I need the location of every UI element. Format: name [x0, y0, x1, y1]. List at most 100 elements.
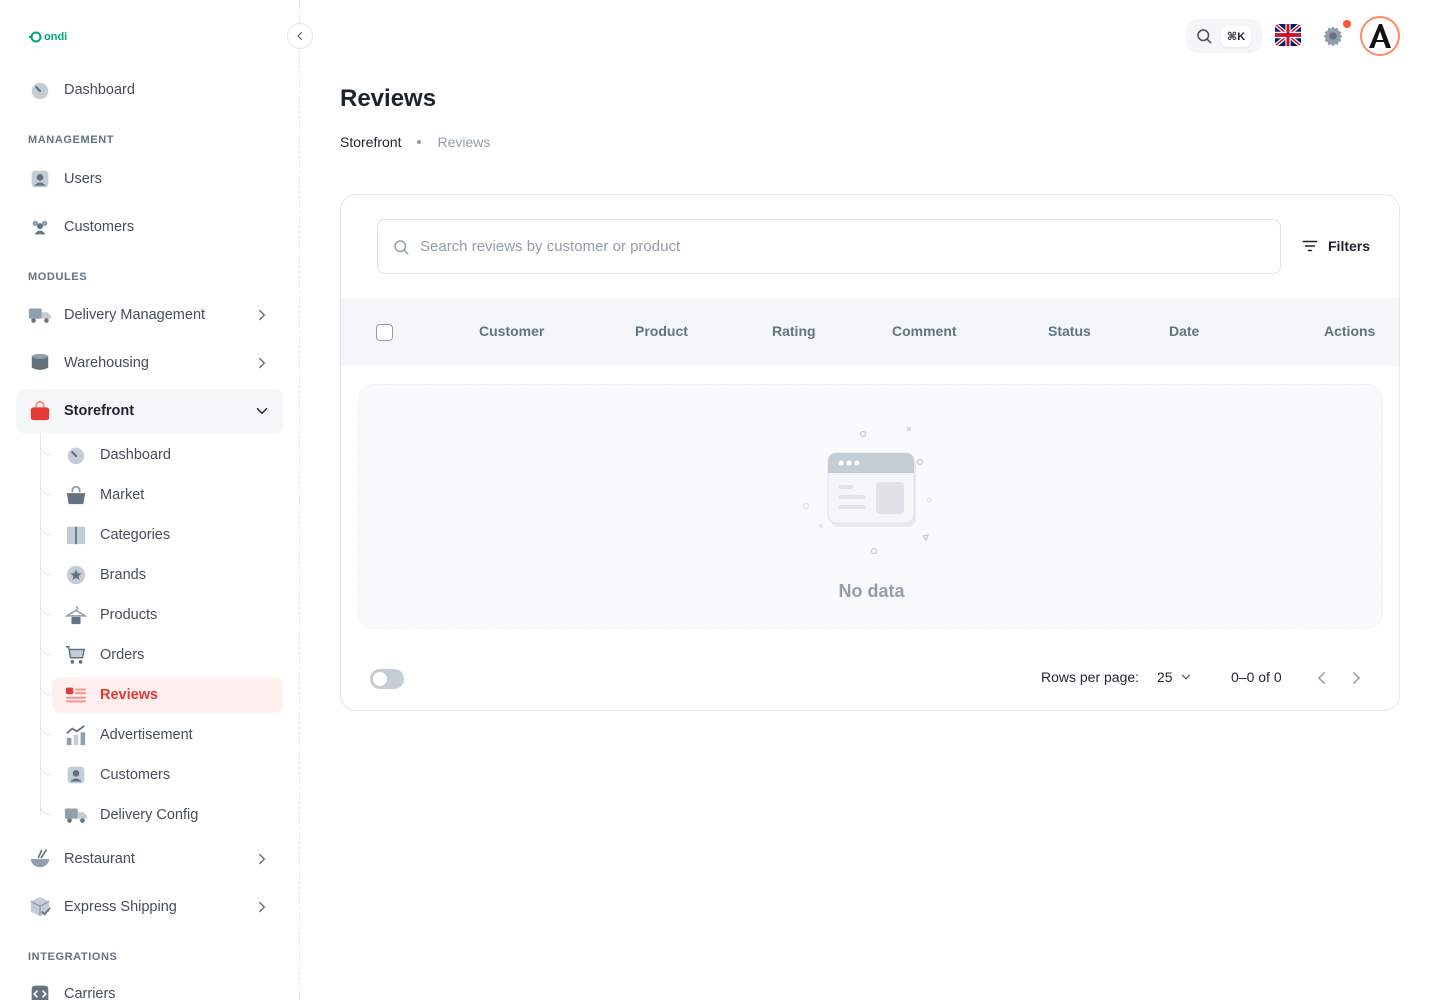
reviews-table-card: Filters Customer Product Rating Comment …: [340, 194, 1400, 711]
select-all-checkbox[interactable]: [376, 324, 393, 341]
column-header-rating[interactable]: Rating: [772, 323, 816, 339]
sidebar-item-storefront[interactable]: Storefront: [16, 389, 283, 433]
sidebar-subitem-dashboard[interactable]: Dashboard: [40, 437, 283, 473]
user-icon: [64, 763, 88, 787]
sidebar-subitem-advertisement[interactable]: Advertisement: [40, 717, 283, 753]
empty-state-text: No data: [838, 581, 905, 601]
filter-icon: [1302, 240, 1318, 252]
sidebar-subitem-categories[interactable]: Categories: [40, 517, 283, 553]
sidebar-subitem-brands[interactable]: Brands: [40, 557, 283, 593]
sidebar-subitem-products[interactable]: Products: [40, 597, 283, 633]
page-title: Reviews: [340, 85, 437, 112]
sidebar-subitem-label: Delivery Config: [100, 807, 199, 823]
sidebar-subitem-label: Brands: [100, 567, 146, 583]
reviews-search-field[interactable]: [377, 219, 1281, 274]
sidebar-item-users[interactable]: Users: [16, 157, 283, 201]
column-header-date[interactable]: Date: [1169, 323, 1199, 339]
section-label-modules: MODULES: [28, 271, 88, 283]
breadcrumb-separator: [417, 140, 422, 144]
warehouse-icon: [28, 351, 52, 375]
settings-gear-icon[interactable]: [1322, 25, 1344, 47]
cart-icon: [64, 643, 88, 667]
sidebar-subitem-customers[interactable]: Customers: [40, 757, 283, 793]
sidebar-subitem-label: Categories: [100, 527, 171, 543]
sidebar-item-restaurant[interactable]: Restaurant: [16, 837, 283, 881]
rows-per-page-value: 25: [1157, 669, 1173, 685]
sidebar-subitem-delivery-config[interactable]: Delivery Config: [40, 797, 283, 833]
chevron-right-icon: [259, 357, 266, 369]
sidebar-item-label: Users: [64, 171, 102, 187]
sidebar-item-warehousing[interactable]: Warehousing: [16, 341, 283, 385]
shortcut-badge: ⌘K: [1221, 25, 1252, 47]
user-avatar[interactable]: [1360, 16, 1400, 56]
truck-icon: [28, 303, 52, 327]
column-header-comment[interactable]: Comment: [892, 323, 957, 339]
breadcrumb-link-storefront[interactable]: Storefront: [340, 134, 401, 150]
sidebar: ondi Dashboard MANAGEMENT Users Customer…: [0, 0, 300, 1000]
notification-dot: [1343, 20, 1351, 28]
speedometer-icon: [64, 443, 88, 467]
star-badge-icon: [64, 563, 88, 587]
sidebar-item-label: Warehousing: [64, 355, 149, 371]
chevron-left-icon: [1317, 672, 1325, 684]
topbar: ⌘K: [300, 0, 1440, 72]
pagination-range: 0–0 of 0: [1231, 669, 1282, 685]
dense-toggle-switch[interactable]: [370, 669, 404, 689]
sidebar-item-dashboard[interactable]: Dashboard: [16, 68, 283, 112]
shopping-bag-icon: [28, 399, 52, 423]
sidebar-subitem-label: Market: [100, 487, 145, 503]
sidebar-item-label: Express Shipping: [64, 899, 177, 915]
section-label-integrations: INTEGRATIONS: [28, 951, 118, 963]
chevron-right-icon: [259, 853, 266, 865]
breadcrumb-current: Reviews: [437, 134, 491, 150]
food-bowl-icon: [28, 847, 52, 871]
sidebar-subitem-label: Reviews: [100, 687, 159, 703]
chevron-left-icon: [297, 31, 303, 41]
logo-text: ondi: [44, 31, 68, 43]
sidebar-item-carriers[interactable]: Carriers: [16, 972, 283, 1000]
sidebar-item-label: Carriers: [64, 986, 116, 1000]
rows-per-page-select[interactable]: 25: [1157, 669, 1193, 685]
column-header-product[interactable]: Product: [635, 323, 688, 339]
filters-button[interactable]: Filters: [1301, 233, 1370, 259]
people-icon: [28, 215, 52, 239]
chevron-right-icon: [259, 309, 266, 321]
empty-state: No data: [358, 384, 1383, 629]
sidebar-subitem-market[interactable]: Market: [40, 477, 283, 513]
previous-page-button[interactable]: [1313, 669, 1331, 690]
column-header-status[interactable]: Status: [1048, 323, 1091, 339]
code-box-icon: [28, 982, 52, 1000]
sidebar-subitem-label: Customers: [100, 767, 171, 783]
breadcrumb: Storefront Reviews: [340, 134, 490, 150]
chevron-down-icon: [1181, 674, 1190, 680]
sidebar-item-label: Customers: [64, 219, 135, 235]
sidebar-item-label: Storefront: [64, 403, 135, 419]
sidebar-subitem-label: Orders: [100, 647, 145, 663]
column-header-customer[interactable]: Customer: [479, 323, 544, 339]
table-header: Customer Product Rating Comment Status D…: [341, 298, 1399, 366]
sidebar-item-customers[interactable]: Customers: [16, 205, 283, 249]
sidebar-subitem-reviews[interactable]: Reviews: [40, 677, 283, 713]
sidebar-subitem-label: Dashboard: [100, 447, 171, 463]
sidebar-item-label: Dashboard: [64, 82, 135, 98]
empty-content-illustration-icon: [802, 426, 932, 555]
global-search-button[interactable]: ⌘K: [1186, 19, 1262, 53]
sidebar-item-delivery-management[interactable]: Delivery Management: [16, 293, 283, 337]
app-logo[interactable]: ondi: [28, 30, 67, 44]
filters-label: Filters: [1328, 238, 1371, 254]
toggle-knob: [373, 672, 387, 686]
sidebar-subitem-orders[interactable]: Orders: [40, 637, 283, 673]
column-header-actions: Actions: [1324, 323, 1376, 339]
collapse-sidebar-button[interactable]: [287, 23, 313, 49]
rows-per-page-label: Rows per page:: [1041, 669, 1140, 685]
reviews-search-input[interactable]: [420, 238, 1220, 255]
next-page-button[interactable]: [1347, 669, 1365, 690]
sidebar-item-express-shipping[interactable]: Express Shipping: [16, 885, 283, 929]
sidebar-subitem-label: Advertisement: [100, 727, 193, 743]
sidebar-item-label: Restaurant: [64, 851, 135, 867]
avatar-monogram-icon: [1369, 24, 1391, 48]
section-label-management: MANAGEMENT: [28, 134, 115, 146]
logo-icon: [28, 31, 42, 43]
search-icon: [1197, 29, 1212, 44]
language-flag-uk-icon[interactable]: [1275, 24, 1301, 46]
